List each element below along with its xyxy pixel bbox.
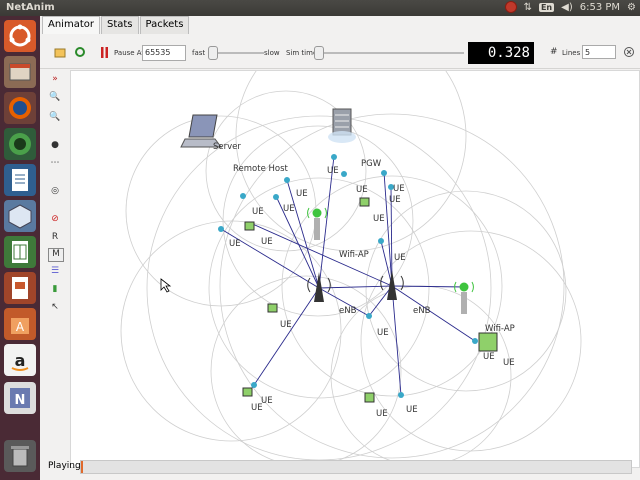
gear-icon[interactable]: ⚙ bbox=[627, 2, 636, 13]
left-toolbar: » 🔍 🔍 ● ⋯ ◎ ⊘ R M ☰ ▮ ↖ bbox=[46, 74, 66, 344]
animation-canvas[interactable]: Server Remote Host PGW Wifi-AP Wifi-AP e… bbox=[70, 70, 640, 468]
close-panel-icon[interactable] bbox=[624, 47, 634, 59]
amazon-icon[interactable]: a bbox=[4, 344, 36, 376]
wifi-ap-node-1 bbox=[307, 207, 327, 240]
ue-label: UE bbox=[261, 396, 273, 406]
software-center-icon[interactable]: A bbox=[4, 308, 36, 340]
ue-label: UE bbox=[483, 352, 495, 362]
ip-address-icon[interactable]: ◎ bbox=[48, 186, 62, 198]
writer-icon[interactable] bbox=[4, 164, 36, 196]
ue-label: UE bbox=[356, 185, 368, 195]
enb-tower-node-2 bbox=[380, 270, 404, 300]
node-size-icon[interactable]: ● bbox=[48, 140, 62, 152]
launcher: A a N bbox=[0, 16, 40, 480]
app-title: NetAnim bbox=[6, 2, 55, 13]
ue-label: UE bbox=[503, 358, 515, 368]
keyboard-layout-badge[interactable]: En bbox=[538, 2, 555, 12]
clock[interactable]: 6:53 PM bbox=[580, 2, 620, 13]
record-indicator-icon[interactable] bbox=[504, 1, 517, 13]
pgw-label: PGW bbox=[361, 159, 382, 169]
ue-label: UE bbox=[261, 237, 273, 247]
pause-icon[interactable] bbox=[100, 47, 110, 61]
network-icon[interactable]: ⇅ bbox=[524, 2, 532, 13]
tab-packets[interactable]: Packets bbox=[139, 16, 190, 34]
ue-label: UE bbox=[229, 239, 241, 249]
enb-label-1: eNB bbox=[339, 306, 357, 316]
ue-label: UE bbox=[327, 166, 339, 176]
ue-label: UE bbox=[376, 409, 388, 419]
node-list-icon[interactable]: ☰ bbox=[48, 266, 62, 278]
cube-icon[interactable] bbox=[4, 200, 36, 232]
svg-text:A: A bbox=[16, 320, 25, 334]
ue-label: UE bbox=[296, 189, 308, 199]
sim-time-label: Sim time bbox=[286, 49, 318, 57]
fast-label: fast bbox=[192, 49, 206, 57]
ue-phone-icon bbox=[218, 154, 478, 398]
playing-status: Playing bbox=[48, 461, 81, 471]
playback-progress-bar bbox=[80, 460, 632, 474]
pointer-icon[interactable]: ↖ bbox=[48, 302, 62, 314]
no-wireless-icon[interactable]: ⊘ bbox=[48, 214, 62, 226]
tab-bar: Animator Stats Packets bbox=[42, 16, 190, 34]
ue-label: UE bbox=[377, 328, 389, 338]
svg-text:N: N bbox=[15, 393, 26, 408]
lines-spinbox[interactable]: 5 bbox=[582, 45, 616, 59]
files-icon[interactable] bbox=[4, 56, 36, 88]
top-panel: NetAnim ⇅ En ◀) 6:53 PM ⚙ bbox=[0, 0, 640, 16]
sim-time-display: 0.328 bbox=[468, 42, 534, 64]
mouse-cursor-icon bbox=[160, 278, 172, 293]
ue-label: UE bbox=[280, 320, 292, 330]
routing-button[interactable]: R bbox=[48, 232, 62, 244]
ue-label: UE bbox=[251, 403, 263, 413]
speed-slider-handle[interactable] bbox=[208, 46, 218, 60]
wifi-ap-label-1: Wifi-AP bbox=[339, 250, 369, 260]
sim-time-slider-handle[interactable] bbox=[314, 46, 324, 60]
ue-label: UE bbox=[283, 204, 295, 214]
slow-label: slow bbox=[264, 49, 280, 57]
pause-at-label: Pause At bbox=[114, 49, 145, 57]
netanim-window: Animator Stats Packets Pause At 65535 fa… bbox=[40, 16, 640, 480]
animator-toolbar: Pause At 65535 fast slow Sim time 0.328 … bbox=[40, 38, 640, 69]
grid-lines-icon: # bbox=[550, 47, 558, 57]
ue-label: UE bbox=[406, 405, 418, 415]
ue-label: UE bbox=[394, 253, 406, 263]
svg-text:a: a bbox=[15, 351, 26, 370]
pause-at-input[interactable]: 65535 bbox=[142, 45, 186, 61]
reload-icon[interactable] bbox=[74, 46, 86, 60]
system-tray: ⇅ En ◀) 6:53 PM ⚙ bbox=[504, 1, 636, 13]
zoom-in-icon[interactable]: 🔍 bbox=[48, 92, 62, 104]
mac-button[interactable]: M bbox=[48, 248, 64, 262]
battery-ue-node bbox=[242, 197, 498, 403]
netanim-icon[interactable]: N bbox=[4, 382, 36, 414]
battery-icon[interactable]: ▮ bbox=[48, 284, 62, 296]
status-bar: Playing bbox=[42, 458, 638, 476]
playback-progress-fill bbox=[81, 461, 83, 473]
fast-forward-icon[interactable]: » bbox=[48, 74, 62, 86]
speed-slider-track[interactable] bbox=[210, 52, 264, 54]
enb-label-2: eNB bbox=[413, 306, 431, 316]
packet-stats-icon[interactable]: ⋯ bbox=[48, 158, 62, 170]
server-label: Server bbox=[213, 142, 241, 152]
sim-time-slider-track[interactable] bbox=[316, 52, 464, 54]
ue-label: UE bbox=[252, 207, 264, 217]
zoom-out-icon[interactable]: 🔍 bbox=[48, 112, 62, 124]
impress-icon[interactable] bbox=[4, 272, 36, 304]
open-file-icon[interactable] bbox=[54, 46, 66, 60]
globe-icon[interactable] bbox=[4, 128, 36, 160]
lines-label: Lines bbox=[562, 49, 581, 57]
network-links bbox=[220, 155, 476, 396]
firefox-icon[interactable] bbox=[4, 92, 36, 124]
ubuntu-logo-icon[interactable] bbox=[4, 20, 36, 52]
remote-host-label: Remote Host bbox=[233, 164, 289, 174]
ue-label: UE bbox=[389, 195, 401, 205]
ue-label: UE bbox=[373, 214, 385, 224]
calc-icon[interactable] bbox=[4, 236, 36, 268]
tab-animator[interactable]: Animator bbox=[42, 16, 100, 34]
ue-label: UE bbox=[393, 184, 405, 194]
volume-icon[interactable]: ◀) bbox=[561, 2, 573, 13]
tab-stats[interactable]: Stats bbox=[100, 16, 139, 34]
trash-icon[interactable] bbox=[4, 440, 36, 472]
